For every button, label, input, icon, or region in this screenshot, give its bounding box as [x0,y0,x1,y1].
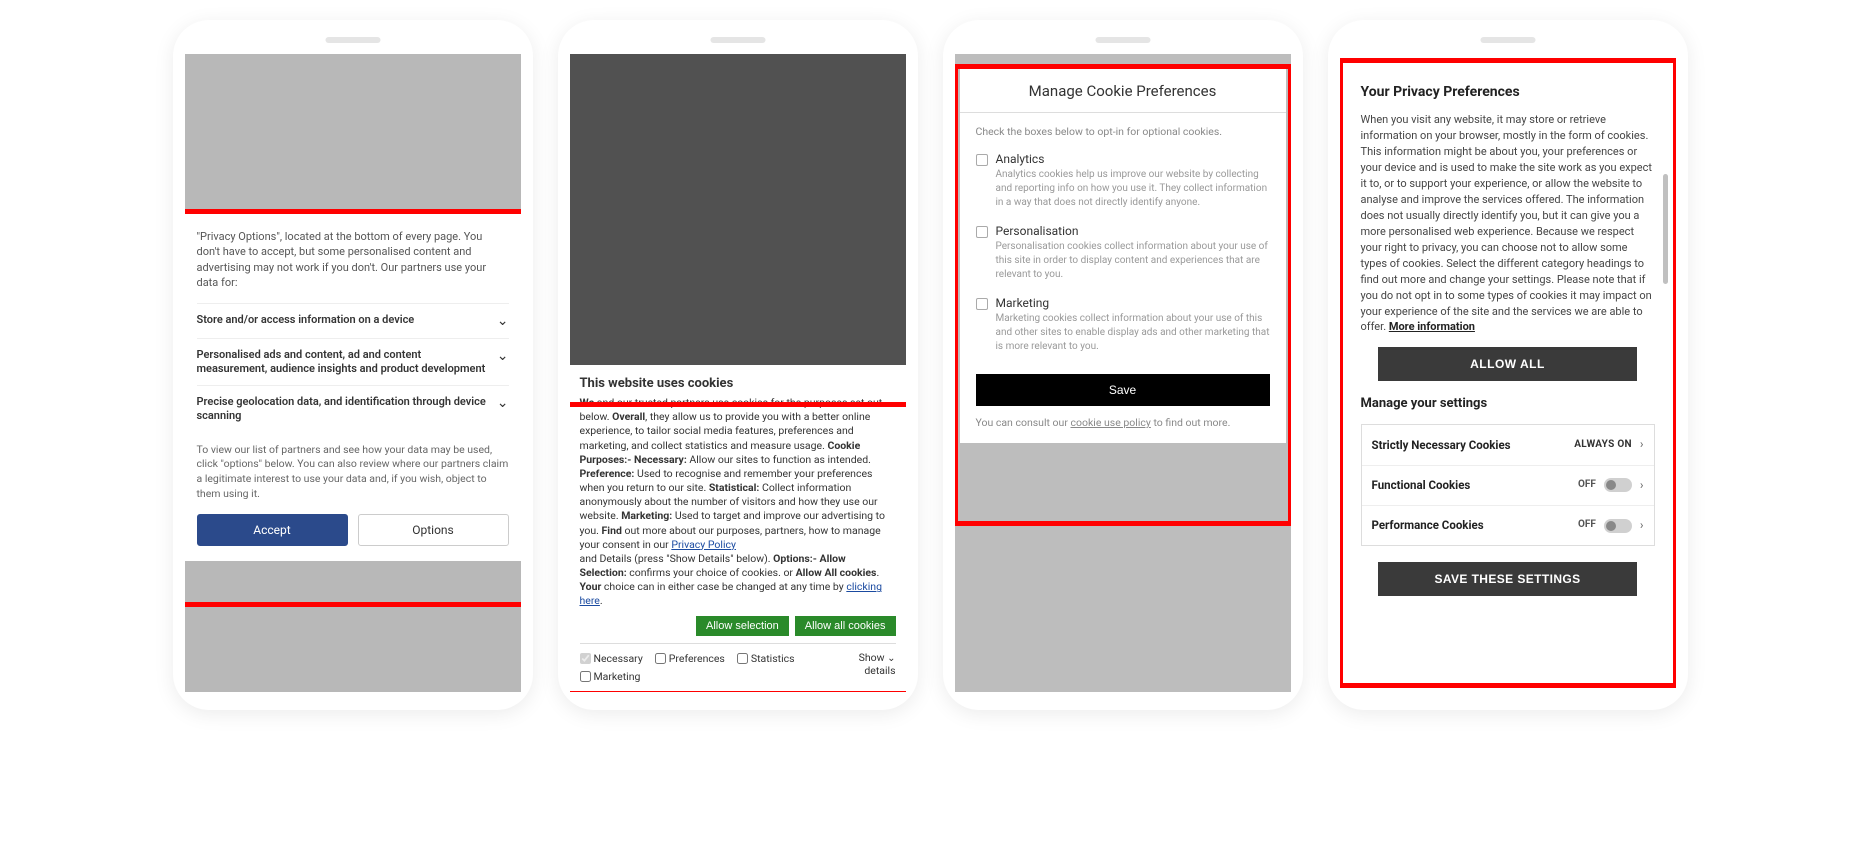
allow-selection-button[interactable]: Allow selection [696,616,789,636]
necessary-checkbox[interactable]: Necessary [580,652,643,666]
more-information-link[interactable]: More information [1389,320,1475,333]
speaker-slot [710,37,765,43]
cookie-category-row: Personalisation Personalisation cookies … [976,224,1270,282]
purpose-row[interactable]: Store and/or access information on a dev… [197,303,509,338]
speaker-slot [1480,37,1535,43]
consent-footer-text: To view our list of partners and see how… [197,443,509,502]
chevron-right-icon: › [1640,436,1644,453]
settings-row-functional[interactable]: Functional Cookies OFF › [1362,466,1654,506]
purpose-row[interactable]: Personalised ads and content, ad and con… [197,338,509,386]
privacy-preferences-panel: Your Privacy Preferences When you visit … [1345,64,1671,682]
speaker-slot [325,37,380,43]
purpose-label: Precise geolocation data, and identifica… [197,395,487,424]
save-settings-button[interactable]: SAVE THESE SETTINGS [1378,562,1637,596]
toggle-state-label: OFF [1578,518,1596,533]
settings-list: Strictly Necessary Cookies ALWAYS ON › F… [1361,424,1655,546]
cookie-banner: This website uses cookies We and our tru… [570,365,906,692]
chevron-down-icon: ⌄ [497,313,509,329]
speaker-slot [1095,37,1150,43]
marketing-checkbox[interactable]: Marketing [580,670,896,684]
scrollbar[interactable] [1663,174,1668,284]
category-desc: Analytics cookies help us improve our we… [996,168,1270,210]
privacy-policy-link[interactable]: Privacy Policy [671,538,736,551]
manage-settings-heading: Manage your settings [1361,395,1655,414]
dialog-intro: Check the boxes below to opt-in for opti… [976,125,1270,138]
settings-row-strictly-necessary[interactable]: Strictly Necessary Cookies ALWAYS ON › [1362,425,1654,465]
phone-mockup-1: "Privacy Options", located at the bottom… [173,20,533,710]
chevron-down-icon: ⌄ [497,395,509,411]
statistics-checkbox[interactable]: Statistics [737,652,795,666]
chevron-down-icon: ⌄ [887,653,895,664]
row-label: Strictly Necessary Cookies [1372,437,1575,454]
save-button[interactable]: Save [976,374,1270,406]
personalisation-checkbox[interactable] [976,226,988,238]
phone-mockup-3: Manage Cookie Preferences Check the boxe… [943,20,1303,710]
dialog-footer: You can consult our cookie use policy to… [976,416,1270,429]
category-title: Analytics [996,152,1270,166]
phone-mockup-2: This website uses cookies We and our tru… [558,20,918,710]
cookie-category-row: Analytics Analytics cookies help us impr… [976,152,1270,210]
chevron-right-icon: › [1640,517,1644,534]
cookie-policy-link[interactable]: cookie use policy [1071,416,1151,429]
banner-body: We and our trusted partners use cookies … [580,396,896,609]
options-button[interactable]: Options [358,514,509,546]
preferences-checkbox[interactable]: Preferences [655,652,725,666]
row-label: Performance Cookies [1372,517,1579,534]
marketing-checkbox[interactable] [976,298,988,310]
settings-row-performance[interactable]: Performance Cookies OFF › [1362,506,1654,545]
toggle-state-label: OFF [1578,478,1596,493]
cookie-consent-dialog: "Privacy Options", located at the bottom… [185,214,521,561]
purpose-label: Personalised ads and content, ad and con… [197,348,487,377]
cookie-category-row: Marketing Marketing cookies collect info… [976,296,1270,354]
dialog-title: Manage Cookie Preferences [960,82,1286,113]
purpose-row[interactable]: Precise geolocation data, and identifica… [197,385,509,433]
phone-mockup-4: Your Privacy Preferences When you visit … [1328,20,1688,710]
panel-title: Your Privacy Preferences [1361,82,1655,102]
panel-body: When you visit any website, it may store… [1361,112,1655,335]
category-title: Personalisation [996,224,1270,238]
chevron-down-icon: ⌄ [497,348,509,364]
consent-intro-text: "Privacy Options", located at the bottom… [197,229,509,291]
toggle-switch[interactable] [1604,519,1632,533]
toggle-switch[interactable] [1604,478,1632,492]
allow-all-cookies-button[interactable]: Allow all cookies [795,616,896,636]
accept-button[interactable]: Accept [197,514,348,546]
row-label: Functional Cookies [1372,477,1579,494]
allow-all-button[interactable]: ALLOW ALL [1378,347,1637,381]
chevron-right-icon: › [1640,477,1644,494]
analytics-checkbox[interactable] [976,154,988,166]
purpose-label: Store and/or access information on a dev… [197,313,487,327]
banner-title: This website uses cookies [580,375,896,393]
category-desc: Personalisation cookies collect informat… [996,240,1270,282]
always-on-label: ALWAYS ON [1574,438,1632,453]
category-desc: Marketing cookies collect information ab… [996,312,1270,354]
show-details-toggle[interactable]: Show ⌄ details [859,652,896,678]
cookie-preferences-dialog: Manage Cookie Preferences Check the boxe… [960,68,1286,443]
category-title: Marketing [996,296,1270,310]
